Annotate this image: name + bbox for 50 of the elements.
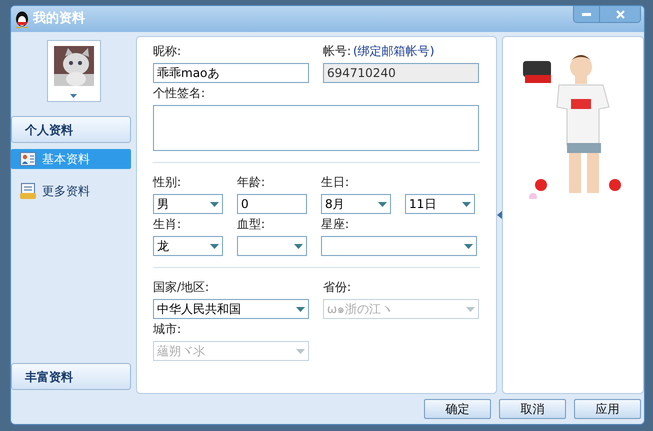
minimize-button[interactable]	[574, 6, 600, 22]
minimize-icon	[582, 12, 591, 16]
signature-field[interactable]	[153, 105, 479, 151]
close-button[interactable]	[600, 6, 640, 22]
field-label: 年龄:	[237, 174, 266, 191]
field-label: 性别:	[153, 174, 182, 191]
sidebar-item[interactable]: 更多资料	[11, 181, 131, 201]
collapse-arrow-icon[interactable]	[497, 211, 502, 219]
avatar-frame[interactable]	[46, 40, 100, 102]
field-label: 省份:	[323, 279, 352, 296]
dropdown-arrow-icon	[466, 306, 475, 312]
dropdown[interactable]: 8月	[321, 194, 391, 214]
field-label: 血型:	[237, 216, 266, 233]
field-hint: (绑定邮箱帐号)	[353, 43, 434, 60]
dropdown[interactable]: 龙	[153, 236, 223, 256]
field-label: 生日:	[321, 174, 350, 191]
field-label: 昵称:	[153, 43, 182, 60]
dropdown[interactable]: 中华人民共和国	[153, 299, 309, 319]
text-field[interactable]: 0	[237, 194, 307, 214]
dropdown-arrow-icon	[296, 306, 305, 312]
dropdown[interactable]: 11日	[405, 194, 475, 214]
dropdown-arrow-icon	[462, 202, 471, 206]
text-field[interactable]: 乖乖maoあ	[153, 63, 309, 83]
dropdown[interactable]: 男	[153, 194, 223, 214]
close-icon	[616, 10, 624, 18]
field-label: 国家/地区:	[153, 279, 210, 296]
window-title: 我的资料	[33, 10, 85, 28]
dropdown-arrow-icon	[378, 202, 387, 206]
section-button[interactable]: 个人资料	[11, 116, 131, 143]
account-field[interactable]: 694710240	[323, 63, 479, 83]
field-label: 生肖:	[153, 216, 182, 233]
field-label: 个性签名:	[153, 85, 206, 102]
dropdown-arrow-icon	[294, 244, 303, 248]
dialog-button[interactable]: 应用	[574, 399, 641, 419]
dropdown-arrow-icon	[464, 244, 473, 248]
field-label: 城市:	[153, 321, 182, 338]
dropdown-arrow-icon	[70, 94, 77, 98]
dropdown[interactable]	[321, 236, 477, 256]
section-button[interactable]: 丰富资料	[11, 363, 131, 390]
dropdown-arrow-icon	[210, 244, 219, 248]
dialog-button[interactable]: 确定	[424, 399, 491, 419]
dropdown-arrow-icon	[210, 202, 219, 206]
dropdown[interactable]	[237, 236, 307, 256]
document-icon	[20, 183, 36, 199]
dropdown-arrow-icon	[296, 348, 305, 354]
field-label: 帐号:	[323, 43, 352, 60]
field-label: 星座:	[321, 216, 350, 233]
penguin-icon	[14, 10, 30, 28]
dialog-button[interactable]: 取消	[499, 399, 566, 419]
id-card-icon	[20, 152, 36, 166]
